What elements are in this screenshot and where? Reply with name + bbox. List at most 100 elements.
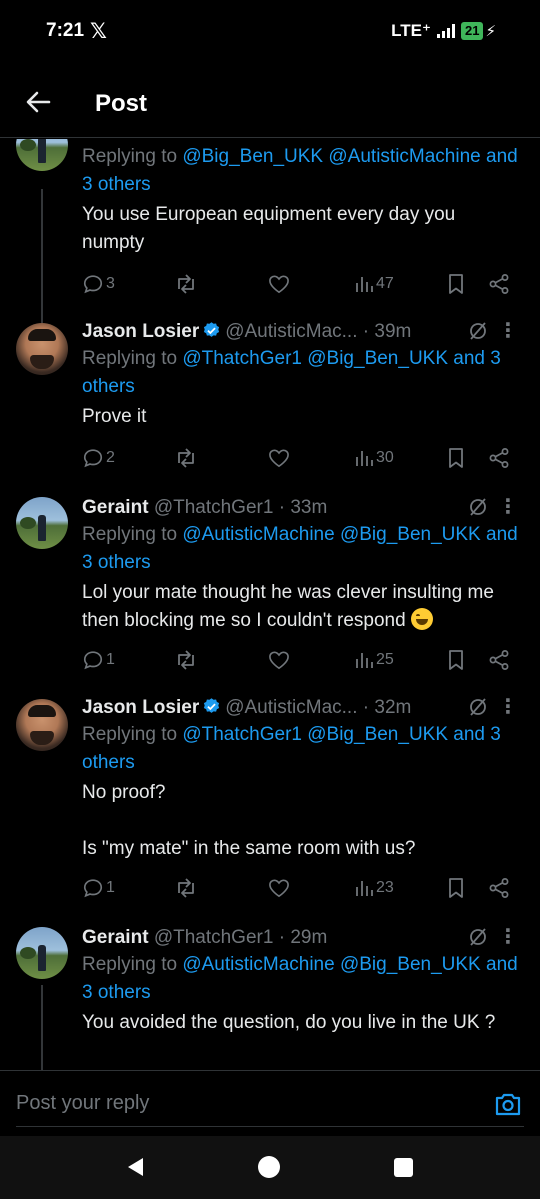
- tweet-text: No proof? Is "my mate" in the same room w…: [82, 782, 416, 859]
- views-icon: [356, 277, 373, 292]
- share-button[interactable]: [488, 873, 510, 903]
- more-options-icon[interactable]: ⋮: [496, 319, 520, 345]
- reply-button[interactable]: 3: [82, 269, 115, 299]
- author-name[interactable]: Jason Losier: [82, 321, 199, 342]
- reply-button[interactable]: 1: [82, 873, 115, 903]
- bookmark-button[interactable]: [446, 269, 466, 299]
- reply-icon: [83, 651, 103, 670]
- reply-button[interactable]: 1: [82, 645, 115, 675]
- tweet-header: Jason Losier @AutisticMac... · 39m: [82, 319, 520, 345]
- tweet-item[interactable]: Geraint @ThatchGer1 · 33m ⋮ Replying to …: [0, 495, 540, 683]
- repost-button[interactable]: [174, 645, 198, 675]
- timestamp[interactable]: · 32m: [363, 697, 412, 718]
- nav-back-icon[interactable]: [125, 1156, 147, 1178]
- timestamp[interactable]: · 33m: [279, 497, 328, 518]
- reply-composer: [0, 1070, 540, 1136]
- mention-link[interactable]: @Big_Ben_UKK: [182, 146, 323, 167]
- tweet-item[interactable]: Geraint @ThatchGer1 · 29m ⋮ Replying to …: [0, 925, 540, 1070]
- tweet-text: You use European equipment every day you…: [82, 204, 456, 253]
- views-button[interactable]: 23: [354, 873, 394, 903]
- thread-line: [41, 985, 43, 1070]
- author-handle[interactable]: @ThatchGer1: [154, 927, 274, 948]
- bookmark-button[interactable]: [446, 645, 466, 675]
- views-button[interactable]: 25: [354, 645, 394, 675]
- views-button[interactable]: 30: [354, 443, 394, 473]
- repost-button[interactable]: [174, 269, 198, 299]
- author-handle[interactable]: @AutisticMac...: [225, 321, 357, 342]
- reply-icon: [83, 879, 103, 898]
- mention-link[interactable]: @ThatchGer1: [182, 348, 302, 369]
- views-icon: [356, 881, 373, 896]
- mention-link[interactable]: @Big_Ben_UKK: [307, 724, 448, 745]
- author-handle[interactable]: @AutisticMac...: [225, 697, 357, 718]
- like-button[interactable]: [268, 443, 290, 473]
- tweet-actions: 1 25: [82, 645, 520, 675]
- reply-icon: [83, 275, 103, 294]
- bookmark-icon: [449, 274, 463, 294]
- repost-icon: [178, 448, 194, 468]
- mention-link[interactable]: @AutisticMachine: [328, 146, 480, 167]
- tweet-item[interactable]: Jason Losier @AutisticMac... · 32m ⋮ Repl…: [0, 695, 540, 915]
- repost-icon: [178, 878, 194, 898]
- tweet-header: Jason Losier @AutisticMac... · 32m: [82, 695, 520, 721]
- system-nav-bar: [0, 1136, 540, 1199]
- timestamp[interactable]: · 29m: [279, 927, 328, 948]
- bookmark-button[interactable]: [446, 873, 466, 903]
- tweet-item[interactable]: Replying to @Big_Ben_UKK @AutisticMachin…: [0, 139, 540, 329]
- author-handle[interactable]: @ThatchGer1: [154, 497, 274, 518]
- tweet-actions: 2 30: [82, 443, 520, 473]
- avatar[interactable]: [16, 497, 68, 549]
- more-options-icon[interactable]: ⋮: [496, 495, 520, 521]
- share-button[interactable]: [488, 269, 510, 299]
- rofl-emoji-icon: [410, 608, 433, 630]
- camera-icon[interactable]: [494, 1091, 522, 1117]
- x-logo-icon: 𝕏: [90, 20, 107, 43]
- author-name[interactable]: Geraint: [82, 497, 149, 518]
- like-button[interactable]: [268, 269, 290, 299]
- heart-icon: [269, 275, 289, 294]
- author-name[interactable]: Jason Losier: [82, 697, 199, 718]
- share-button[interactable]: [488, 645, 510, 675]
- grok-icon: [470, 698, 486, 716]
- charging-icon: ⚡: [485, 23, 496, 40]
- mention-link[interactable]: @Big_Ben_UKK: [307, 348, 448, 369]
- avatar[interactable]: [16, 323, 68, 375]
- mention-link[interactable]: @Big_Ben_UKK: [340, 524, 481, 545]
- nav-home-icon[interactable]: [258, 1156, 280, 1178]
- tweet-body: Jason Losier @AutisticMac... · 39m ⋮ Repl…: [82, 319, 520, 431]
- like-button[interactable]: [268, 873, 290, 903]
- signal-icon: [436, 24, 455, 38]
- tweet-item[interactable]: Jason Losier @AutisticMac... · 39m ⋮ Repl…: [0, 319, 540, 495]
- network-label: LTE⁺: [391, 21, 431, 40]
- more-options-icon[interactable]: ⋮: [496, 925, 520, 951]
- mention-link[interactable]: @AutisticMachine: [182, 524, 334, 545]
- avatar[interactable]: [16, 139, 68, 171]
- share-button[interactable]: [488, 443, 510, 473]
- author-name[interactable]: Geraint: [82, 927, 149, 948]
- battery-icon: 21: [460, 22, 484, 40]
- avatar[interactable]: [16, 927, 68, 979]
- views-icon: [356, 653, 373, 668]
- avatar[interactable]: [16, 699, 68, 751]
- reply-input[interactable]: [16, 1081, 524, 1127]
- heart-icon: [269, 651, 289, 670]
- repost-button[interactable]: [174, 873, 198, 903]
- grok-icon: [470, 322, 486, 340]
- bookmark-button[interactable]: [446, 443, 466, 473]
- like-button[interactable]: [268, 645, 290, 675]
- tweet-body: Jason Losier @AutisticMac... · 32m ⋮ Repl…: [82, 695, 520, 863]
- back-arrow-icon[interactable]: [22, 86, 54, 118]
- reply-button[interactable]: 2: [82, 443, 115, 473]
- more-options-icon[interactable]: ⋮: [496, 695, 520, 721]
- mention-link[interactable]: @AutisticMachine: [182, 954, 334, 975]
- repost-button[interactable]: [174, 443, 198, 473]
- verified-badge-icon: [204, 698, 220, 713]
- views-button[interactable]: 47: [354, 269, 394, 299]
- mention-link[interactable]: @Big_Ben_UKK: [340, 954, 481, 975]
- views-icon: [356, 451, 373, 466]
- mention-link[interactable]: @ThatchGer1: [182, 724, 302, 745]
- nav-recents-icon[interactable]: [394, 1158, 413, 1177]
- timestamp[interactable]: · 39m: [363, 321, 412, 342]
- repost-icon: [178, 274, 194, 294]
- tweet-body: Geraint @ThatchGer1 · 33m ⋮ Replying to …: [82, 495, 520, 635]
